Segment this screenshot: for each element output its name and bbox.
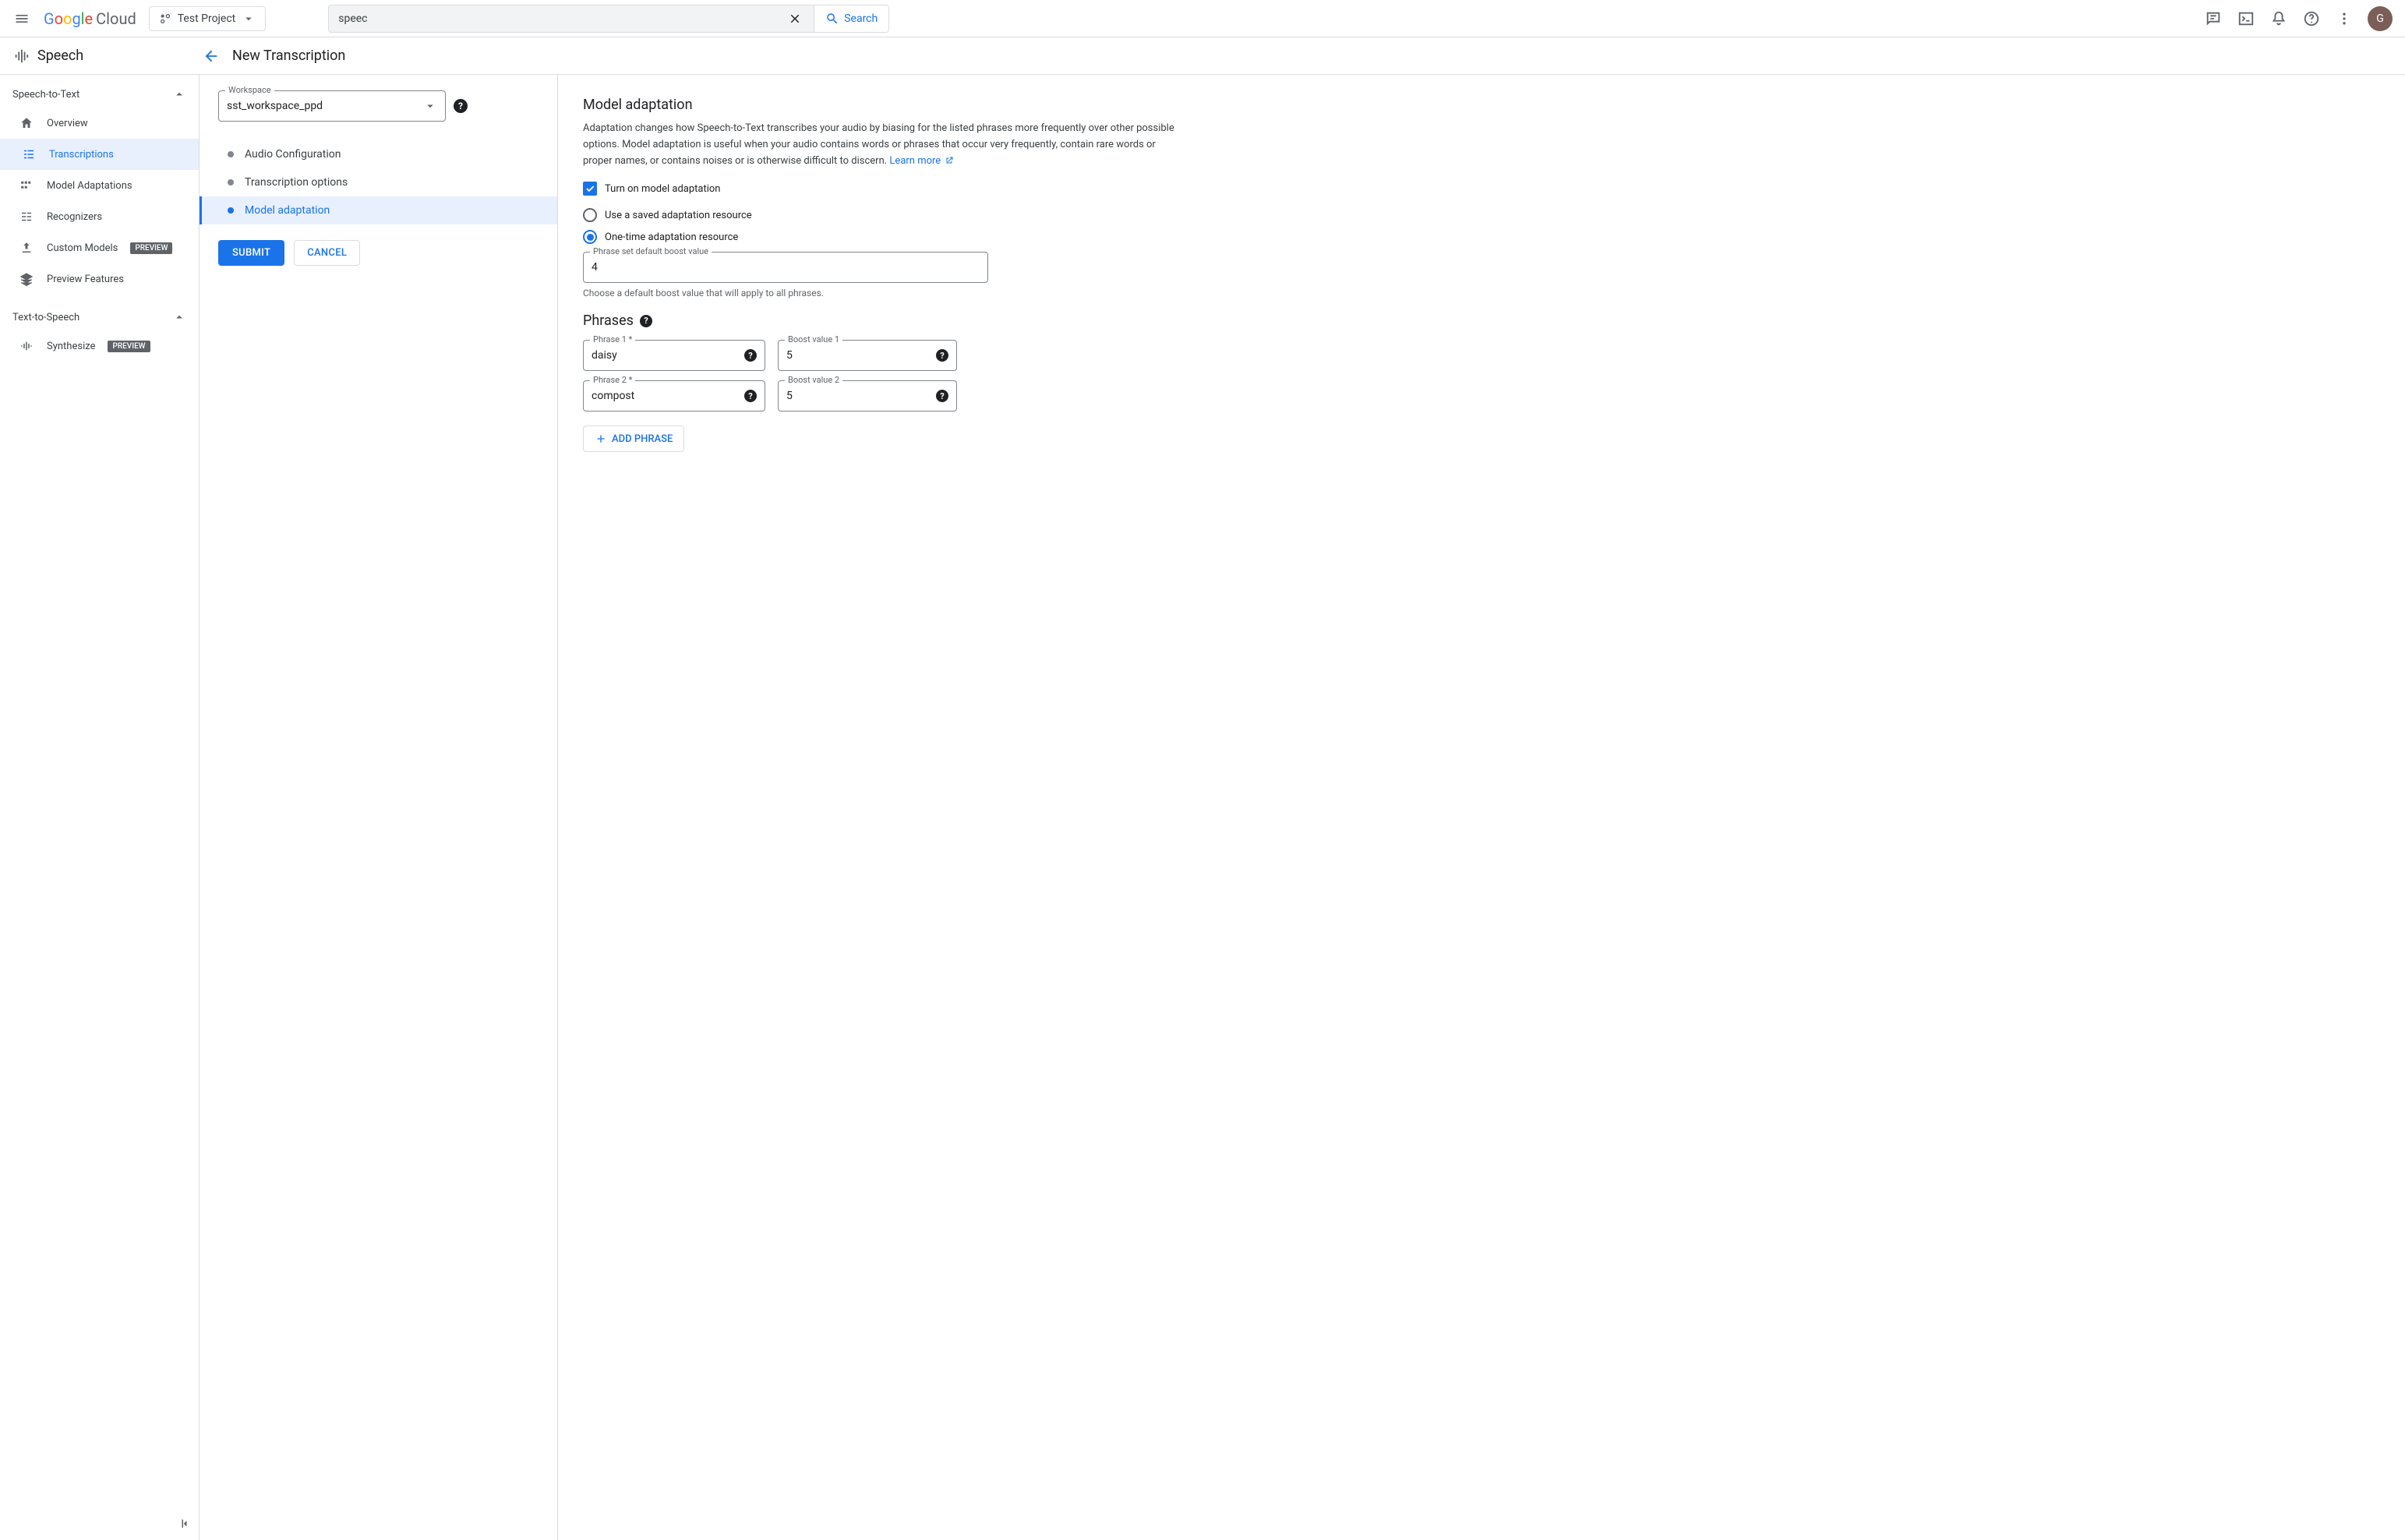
boost-help-icon[interactable]: ? xyxy=(936,349,948,362)
nav-transcriptions[interactable]: Transcriptions xyxy=(0,139,199,170)
project-picker[interactable]: Test Project xyxy=(149,6,266,31)
nav-recognizers[interactable]: Recognizers xyxy=(0,201,199,232)
avatar[interactable]: G xyxy=(2368,6,2393,31)
nav-model-adaptations[interactable]: Model Adaptations xyxy=(0,170,199,201)
default-boost-field[interactable]: Phrase set default boost value xyxy=(583,252,988,283)
learn-more-link[interactable]: Learn more xyxy=(889,155,954,167)
step-transcription-options[interactable]: Transcription options xyxy=(218,168,539,196)
radio-unselected-icon[interactable] xyxy=(583,208,597,222)
step-model-adaptation[interactable]: Model adaptation xyxy=(200,196,557,224)
boost-help-icon[interactable]: ? xyxy=(936,390,948,402)
project-name: Test Project xyxy=(178,12,235,25)
sidebar-collapse-icon[interactable] xyxy=(178,1517,192,1534)
phrase-2-field[interactable]: Phrase 2 * ? xyxy=(583,380,765,411)
default-boost-input[interactable] xyxy=(592,261,980,274)
chevron-down-icon xyxy=(242,12,256,26)
step-dot-icon xyxy=(228,179,234,185)
nav-section-tts[interactable]: Text-to-Speech xyxy=(0,304,199,330)
search-input[interactable] xyxy=(338,12,786,25)
wave-icon xyxy=(19,338,34,354)
page-title: New Transcription xyxy=(232,48,345,64)
add-phrase-button[interactable]: ADD PHRASE xyxy=(583,426,684,452)
chat-icon[interactable] xyxy=(2204,9,2223,28)
search-button-label: Search xyxy=(844,12,878,25)
step-dot-icon xyxy=(228,151,234,157)
grid-icon xyxy=(19,209,34,224)
logo-cloud-text: Cloud xyxy=(96,9,136,28)
stepper-column: Workspace sst_workspace_ppd ? Audio Conf… xyxy=(200,75,558,1540)
product-name: Speech xyxy=(37,48,83,64)
terminal-icon[interactable] xyxy=(2237,9,2255,28)
topbar: Google Cloud Test Project Search G xyxy=(0,0,2405,37)
phrases-help-icon[interactable]: ? xyxy=(640,315,652,327)
phrase-help-icon[interactable]: ? xyxy=(744,390,757,402)
search-icon xyxy=(825,12,839,26)
submit-button[interactable]: SUBMIT xyxy=(218,240,284,266)
clear-search-icon[interactable] xyxy=(786,9,804,28)
speech-product-icon xyxy=(12,48,30,65)
search-box[interactable] xyxy=(328,5,814,33)
section-description: Adaptation changes how Speech-to-Text tr… xyxy=(583,121,1175,169)
radio-onetime-resource[interactable]: One-time adaptation resource xyxy=(583,230,2380,244)
phrase-1-input[interactable] xyxy=(592,349,744,362)
workspace-value: sst_workspace_ppd xyxy=(227,100,423,112)
boost-1-input[interactable] xyxy=(786,349,936,362)
list-icon xyxy=(21,147,37,162)
phrase-1-field[interactable]: Phrase 1 * ? xyxy=(583,340,765,371)
menu-icon[interactable] xyxy=(12,9,31,28)
phrase-help-icon[interactable]: ? xyxy=(744,349,757,362)
section-title: Model adaptation xyxy=(583,97,2380,113)
phrase-2-input[interactable] xyxy=(592,390,744,402)
content: Model adaptation Adaptation changes how … xyxy=(558,75,2405,1540)
home-icon xyxy=(19,115,34,131)
chevron-up-icon xyxy=(172,87,186,101)
workspace-label: Workspace xyxy=(225,85,274,95)
bell-icon[interactable] xyxy=(2269,9,2288,28)
upload-icon xyxy=(19,240,34,256)
more-icon[interactable] xyxy=(2335,9,2354,28)
google-cloud-logo[interactable]: Google Cloud xyxy=(44,9,136,28)
enable-adaptation-checkbox-row[interactable]: Turn on model adaptation xyxy=(583,182,2380,196)
workspace-select[interactable]: Workspace sst_workspace_ppd xyxy=(218,90,446,122)
secondbar: Speech New Transcription xyxy=(0,37,2405,75)
cancel-button[interactable]: CANCEL xyxy=(294,240,360,266)
nav-custom-models[interactable]: Custom Models PREVIEW xyxy=(0,232,199,263)
field-label: Phrase set default boost value xyxy=(590,246,712,256)
boost-2-field[interactable]: Boost value 2 ? xyxy=(778,380,957,411)
preview-badge: PREVIEW xyxy=(108,341,150,352)
chevron-down-icon xyxy=(423,99,437,113)
boost-1-field[interactable]: Boost value 1 ? xyxy=(778,340,957,371)
step-dot-icon xyxy=(228,207,234,214)
layers-icon xyxy=(19,271,34,287)
tune-icon xyxy=(19,178,34,193)
phrase-row: Phrase 1 * ? Boost value 1 ? xyxy=(583,340,957,371)
step-audio-config[interactable]: Audio Configuration xyxy=(218,140,539,168)
chevron-up-icon xyxy=(172,310,186,324)
nav-section-stt[interactable]: Speech-to-Text xyxy=(0,81,199,108)
boost-2-input[interactable] xyxy=(786,390,936,402)
phrase-row: Phrase 2 * ? Boost value 2 ? xyxy=(583,380,957,411)
checkbox-checked-icon[interactable] xyxy=(583,182,597,196)
back-arrow-icon[interactable] xyxy=(203,48,220,65)
help-icon[interactable] xyxy=(2302,9,2321,28)
checkbox-label: Turn on model adaptation xyxy=(605,183,720,195)
nav-preview-features[interactable]: Preview Features xyxy=(0,263,199,295)
phrases-title: Phrases ? xyxy=(583,313,2380,329)
plus-icon xyxy=(595,433,607,445)
boost-helper-text: Choose a default boost value that will a… xyxy=(583,288,2380,298)
radio-selected-icon[interactable] xyxy=(583,230,597,244)
workspace-help-icon[interactable]: ? xyxy=(454,99,468,113)
search-button[interactable]: Search xyxy=(814,5,889,33)
preview-badge: PREVIEW xyxy=(130,242,172,254)
nav-synthesize[interactable]: Synthesize PREVIEW xyxy=(0,330,199,362)
external-link-icon xyxy=(945,156,954,165)
nav-overview[interactable]: Overview xyxy=(0,108,199,139)
sidebar: Speech-to-Text Overview Transcriptions M… xyxy=(0,75,200,1540)
radio-saved-resource[interactable]: Use a saved adaptation resource xyxy=(583,208,2380,222)
